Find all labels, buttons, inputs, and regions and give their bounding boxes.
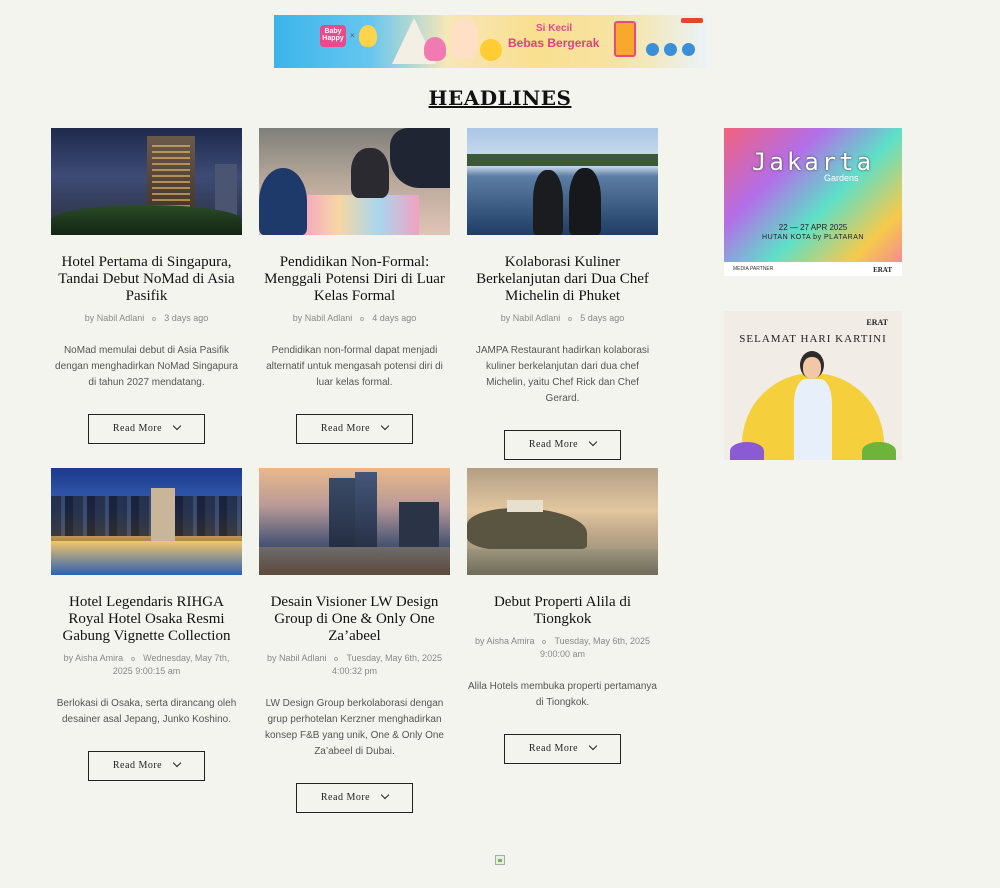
chevron-down-icon <box>172 421 182 431</box>
article-card: Desain Visioner LW Design Group di One &… <box>259 468 450 813</box>
badge-icon <box>664 43 677 56</box>
separator-icon <box>334 656 339 661</box>
article-title[interactable]: Pendidikan Non-Formal: Menggali Potensi … <box>259 254 450 305</box>
separator-icon <box>568 316 573 321</box>
chevron-down-icon <box>172 758 182 768</box>
article-thumbnail[interactable] <box>51 128 242 235</box>
kartini-ad[interactable]: ERAT SELAMAT HARI KARTINI <box>724 311 902 460</box>
article-author[interactable]: by Nabil Adlani <box>293 313 353 323</box>
article-date: Wednesday, May 7th, 2025 9:00:15 am <box>112 653 230 676</box>
article-date: Tuesday, May 6th, 2025 4:00:32 pm <box>331 653 443 676</box>
article-excerpt: NoMad memulai debut di Asia Pasifik deng… <box>55 345 238 388</box>
article-excerpt: Alila Hotels membuka properti pertamanya… <box>468 681 657 708</box>
ad-venue: HUTAN KOTA by PLATARAN <box>762 234 864 241</box>
article-thumbnail[interactable] <box>467 128 658 235</box>
section-title[interactable]: HEADLINES <box>0 86 1000 110</box>
kartini-illustration <box>790 351 836 460</box>
erat-logo: ERAT <box>866 318 888 327</box>
article-excerpt: LW Design Group berkolaborasi dengan gru… <box>265 698 444 757</box>
badge-icon <box>682 43 695 56</box>
article-date: 4 days ago <box>372 313 417 323</box>
ad-dates: 22 — 27 APR 2025 <box>778 223 848 232</box>
article-meta: by Nabil Adlani 4 days ago <box>259 312 450 325</box>
chevron-down-icon <box>380 790 390 800</box>
banner-tagline-big: Bebas Bergerak <box>508 36 600 50</box>
article-excerpt: JAMPA Restaurant hadirkan kolaborasi kul… <box>475 345 650 404</box>
separator-icon <box>152 316 157 321</box>
article-card: Hotel Pertama di Singapura, Tandai Debut… <box>51 128 242 444</box>
article-meta: by Nabil Adlani Tuesday, May 6th, 2025 4:… <box>259 652 450 678</box>
article-meta: by Nabil Adlani 3 days ago <box>51 312 242 325</box>
chevron-down-icon <box>380 421 390 431</box>
ad-subtitle: Gardens <box>824 173 859 183</box>
ad-greeting: SELAMAT HARI KARTINI <box>739 333 887 345</box>
read-more-button[interactable]: Read More <box>296 414 413 444</box>
article-meta: by Aisha Amira Tuesday, May 6th, 2025 9:0… <box>467 635 658 661</box>
separator-icon <box>360 316 365 321</box>
erat-logo: ERAT <box>873 266 892 274</box>
article-card: Pendidikan Non-Formal: Menggali Potensi … <box>259 128 450 444</box>
article-date: Tuesday, May 6th, 2025 9:00:00 am <box>539 636 651 659</box>
article-meta: by Aisha Amira Wednesday, May 7th, 2025 9… <box>51 652 242 678</box>
article-thumbnail[interactable] <box>51 468 242 575</box>
article-title[interactable]: Desain Visioner LW Design Group di One &… <box>259 594 450 645</box>
banner-tagline-small: Si Kecil <box>536 23 573 34</box>
article-date: 3 days ago <box>164 313 209 323</box>
article-author[interactable]: by Aisha Amira <box>475 636 535 646</box>
article-author[interactable]: by Aisha Amira <box>64 653 124 663</box>
cross-icon: × <box>350 31 355 40</box>
product-pack <box>614 21 636 57</box>
article-title[interactable]: Hotel Pertama di Singapura, Tandai Debut… <box>51 254 242 305</box>
article-author[interactable]: by Nabil Adlani <box>85 313 145 323</box>
article-author[interactable]: by Nabil Adlani <box>267 653 327 663</box>
article-date: 5 days ago <box>580 313 625 323</box>
ad-title: Jakarta <box>751 148 875 176</box>
article-card: Kolaborasi Kuliner Berkelanjutan dari Du… <box>467 128 658 460</box>
baby-shark-logo <box>359 25 377 47</box>
article-title[interactable]: Hotel Legendaris RIHGA Royal Hotel Osaka… <box>51 594 242 645</box>
top-banner-ad[interactable]: Baby Happy × Si Kecil Bebas Bergerak <box>274 15 707 68</box>
chevron-down-icon <box>588 437 598 447</box>
baby-happy-logo: Baby Happy <box>320 25 346 47</box>
article-author[interactable]: by Nabil Adlani <box>501 313 561 323</box>
pinkfong-character <box>424 37 446 61</box>
article-thumbnail[interactable] <box>259 468 450 575</box>
separator-icon <box>542 639 547 644</box>
ad-partner-label: MEDIA PARTNER <box>733 266 774 272</box>
read-more-button[interactable]: Read More <box>504 734 621 764</box>
article-card: Debut Properti Alila di Tiongkok by Aish… <box>467 468 658 764</box>
baby-shark-character <box>480 39 502 61</box>
read-more-button[interactable]: Read More <box>504 430 621 460</box>
article-card: Hotel Legendaris RIHGA Royal Hotel Osaka… <box>51 468 242 781</box>
read-more-button[interactable]: Read More <box>296 783 413 813</box>
article-meta: by Nabil Adlani 5 days ago <box>467 312 658 325</box>
article-title[interactable]: Kolaborasi Kuliner Berkelanjutan dari Du… <box>467 254 658 305</box>
broken-image-icon <box>495 855 505 865</box>
article-thumbnail[interactable] <box>467 468 658 575</box>
read-more-button[interactable]: Read More <box>88 414 205 444</box>
separator-icon <box>131 656 136 661</box>
badge-icon <box>646 43 659 56</box>
baby-illustration <box>452 19 478 59</box>
jakarta-gardens-ad[interactable]: Jakarta Gardens 22 — 27 APR 2025 HUTAN K… <box>724 128 902 276</box>
read-more-button[interactable]: Read More <box>88 751 205 781</box>
chevron-down-icon <box>588 741 598 751</box>
article-excerpt: Berlokasi di Osaka, serta dirancang oleh… <box>56 698 237 725</box>
brand-flag <box>681 18 703 23</box>
article-excerpt: Pendidikan non-formal dapat menjadi alte… <box>266 345 443 388</box>
article-thumbnail[interactable] <box>259 128 450 235</box>
article-title[interactable]: Debut Properti Alila di Tiongkok <box>467 594 658 628</box>
